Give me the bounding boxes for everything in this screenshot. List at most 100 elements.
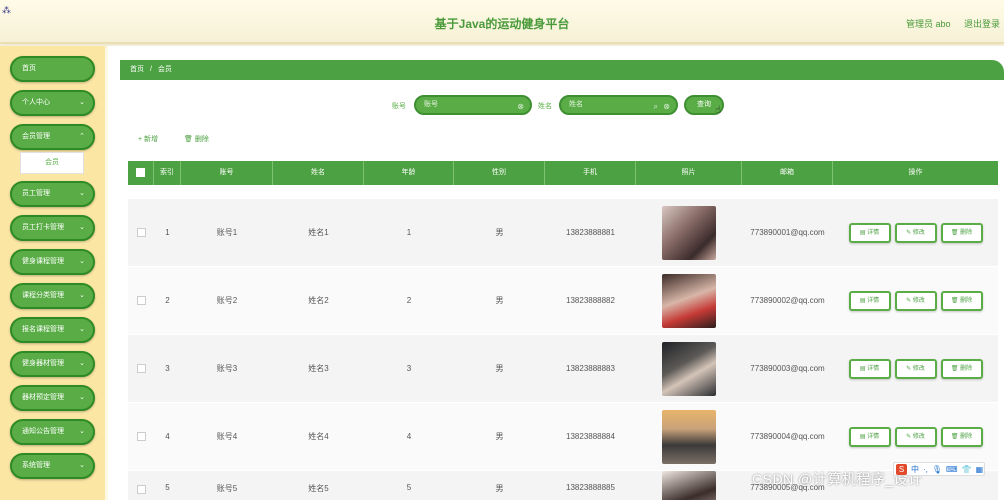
sidebar-item-members[interactable]: 会员管理 ⌃ (10, 124, 95, 150)
keyboard-icon[interactable]: ⌨ (946, 465, 958, 474)
chevron-down-icon: ⌄ (79, 190, 85, 197)
cell-age: 5 (406, 483, 412, 492)
ime-toolbar[interactable]: S 中 ·, 🎙 ⌨ 👕 ▦ (893, 462, 985, 476)
detail-button[interactable]: ▤ 详情 (848, 290, 891, 311)
edit-button[interactable]: ✎ 修改 (894, 426, 937, 447)
sidebar-item-home[interactable]: 首页 (10, 56, 95, 82)
sidebar-item-label: 通知公告管理 (22, 428, 64, 435)
grid-icon[interactable]: ▦ (976, 465, 984, 474)
cell-index: 4 (165, 432, 170, 441)
chevron-down-icon: ⌄ (79, 462, 85, 469)
chevron-down-icon: ⌄ (79, 99, 85, 106)
cell-account: 账号5 (216, 484, 238, 493)
breadcrumb-current: 会员 (157, 66, 172, 73)
member-photo (662, 273, 716, 328)
row-checkbox[interactable] (136, 432, 146, 441)
delete-button[interactable]: 🗑 删除 (940, 426, 983, 447)
edit-button[interactable]: ✎ 修改 (894, 358, 937, 379)
select-all-checkbox[interactable] (136, 168, 145, 177)
cell-index: 5 (165, 483, 170, 492)
admin-user-label: 管理员 abo (906, 19, 951, 29)
clear-icon[interactable]: ⊗ (517, 99, 524, 115)
edit-button[interactable]: ✎ 修改 (894, 290, 937, 311)
col-email: 邮箱 (742, 161, 833, 185)
cell-phone: 13823888885 (566, 483, 615, 492)
row-checkbox[interactable] (136, 485, 146, 494)
clear-icon[interactable]: ⊗ (663, 99, 670, 115)
detail-icon: ▤ (859, 365, 866, 372)
batch-delete-button[interactable]: 🗑 删除 (184, 134, 209, 144)
sidebar-item-profile[interactable]: 个人中心 ⌄ (10, 90, 95, 116)
detail-button[interactable]: ▤ 详情 (848, 358, 891, 379)
cell-account: 账号2 (216, 296, 238, 305)
sidebar-item-label: 个人中心 (22, 99, 50, 106)
col-actions: 操作 (908, 169, 923, 176)
logout-link[interactable]: 退出登录 (964, 17, 1000, 30)
sidebar-item-course-categories[interactable]: 课程分类管理 ⌄ (10, 283, 95, 309)
sidebar-item-notices[interactable]: 通知公告管理 ⌄ (10, 419, 95, 445)
sidebar-item-label: 健身课程管理 (22, 258, 64, 265)
row-checkbox[interactable] (136, 296, 146, 305)
trash-icon: 🗑 (950, 229, 959, 236)
edit-icon: ✎ (906, 229, 912, 236)
delete-button[interactable]: 🗑 删除 (940, 358, 983, 379)
trash-icon: 🗑 (950, 365, 959, 372)
microphone-icon[interactable]: 🎙 (932, 465, 942, 474)
member-photo (662, 471, 716, 500)
sidebar: 首页 个人中心 ⌄ 会员管理 ⌃ 会员 员工管理 ⌄ 员工打卡管理 ⌄ 健身课程管理 ⌄ … (0, 46, 105, 500)
trash-icon: 🗑 (184, 136, 193, 143)
edit-label: 修改 (912, 297, 925, 304)
table-row: 2 账号2 姓名2 2 男 13823888882 773890002@qq.c… (128, 267, 998, 334)
table-header: 索引 账号 姓名 年龄 性别 手机 照片 邮箱 操作 (128, 161, 998, 185)
delete-button[interactable]: 🗑 删除 (940, 290, 983, 311)
cell-gender: 男 (495, 432, 504, 441)
sidebar-subitem-member[interactable]: 会员 (20, 152, 84, 174)
sidebar-item-label: 课程分类管理 (22, 292, 64, 299)
cell-age: 1 (406, 228, 412, 237)
detail-button[interactable]: ▤ 详情 (848, 222, 891, 243)
row-checkbox[interactable] (136, 364, 146, 373)
delete-button[interactable]: 🗑 删除 (940, 222, 983, 243)
row-checkbox[interactable] (136, 228, 146, 237)
add-button[interactable]: + 新增 (138, 134, 158, 144)
ime-mode-label[interactable]: 中 (911, 464, 919, 475)
sidebar-item-staff[interactable]: 员工管理 ⌄ (10, 181, 95, 207)
chevron-down-icon: ⌄ (79, 394, 85, 401)
detail-label: 详情 (867, 365, 880, 372)
search-icon[interactable]: ⌕ (654, 99, 658, 115)
sidebar-item-enrollments[interactable]: 报名课程管理 ⌄ (10, 317, 95, 343)
col-age: 年龄 (364, 161, 454, 185)
delete-label: 删除 (960, 229, 973, 236)
select-all-header (128, 161, 154, 185)
sidebar-item-equipment[interactable]: 健身器材管理 ⌄ (10, 351, 95, 377)
batch-delete-label: 删除 (194, 136, 209, 143)
cell-phone: 13823888882 (566, 296, 615, 305)
edit-label: 修改 (912, 229, 925, 236)
cell-name: 姓名4 (308, 432, 329, 441)
cell-account: 账号1 (216, 228, 238, 237)
edit-button[interactable]: ✎ 修改 (894, 222, 937, 243)
detail-button[interactable]: ▤ 详情 (848, 426, 891, 447)
main-content: 首页 / 会员 账号 账号 ⊗ 姓名 姓名 ⌕ ⊗ 查询 ☝ + 新增 🗑 删除… (108, 46, 1004, 500)
cell-email: 773890004@qq.com (750, 432, 825, 441)
name-search-input[interactable]: 姓名 ⌕ ⊗ (559, 95, 678, 115)
account-search-input[interactable]: 账号 ⊗ (414, 95, 532, 115)
chevron-down-icon: ⌄ (79, 360, 85, 367)
sidebar-item-equipment-booking[interactable]: 器材预定管理 ⌄ (10, 385, 95, 411)
name-search-label: 姓名 (538, 103, 552, 110)
sidebar-item-staff-checkin[interactable]: 员工打卡管理 ⌄ (10, 215, 95, 241)
breadcrumb-home[interactable]: 首页 (130, 66, 144, 73)
chevron-down-icon: ⌄ (79, 258, 85, 265)
account-search-label: 账号 (392, 103, 406, 110)
sidebar-item-system[interactable]: 系统管理 ⌄ (10, 453, 95, 479)
member-photo (662, 409, 716, 464)
detail-icon: ▤ (859, 229, 866, 236)
skin-icon[interactable]: 👕 (962, 465, 972, 474)
sidebar-item-courses[interactable]: 健身课程管理 ⌄ (10, 249, 95, 275)
top-header: ⁂ 基于Java的运动健身平台 管理员 abo 退出登录 (0, 0, 1004, 44)
col-name: 姓名 (273, 161, 364, 185)
cell-name: 姓名2 (308, 296, 329, 305)
punctuation-icon[interactable]: ·, (923, 465, 928, 474)
sidebar-item-label: 员工打卡管理 (22, 224, 64, 231)
name-input-value: 姓名 (569, 101, 583, 108)
